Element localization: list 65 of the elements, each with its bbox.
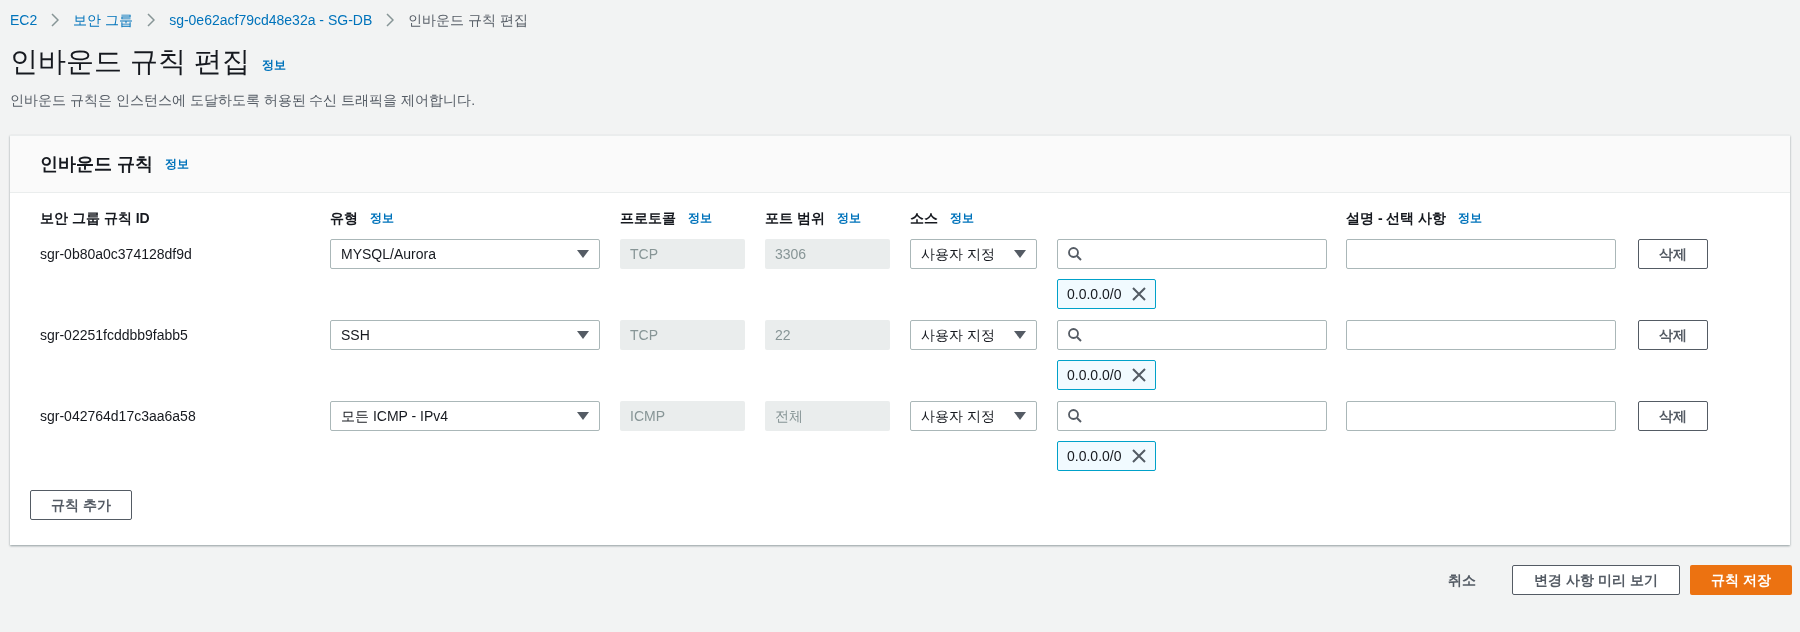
port-range-field: 22	[765, 320, 890, 350]
add-rule-button[interactable]: 규칙 추가	[30, 490, 132, 520]
info-link[interactable]: 정보	[1458, 209, 1483, 227]
description-field[interactable]	[1346, 320, 1616, 350]
rule-id: sgr-02251fcddbb9fabb5	[40, 326, 189, 345]
delete-button[interactable]: 삭제	[1638, 239, 1708, 269]
caret-down-icon	[577, 331, 589, 339]
cancel-button[interactable]: 취소	[1428, 565, 1496, 595]
protocol-field: TCP	[620, 320, 745, 350]
column-header: 포트 범위	[765, 208, 825, 228]
port-range-field: 3306	[765, 239, 890, 269]
close-icon[interactable]	[1131, 368, 1146, 382]
source-select[interactable]: 사용자 지정	[910, 401, 1037, 431]
type-select[interactable]: 모든 ICMP - IPv4	[330, 401, 600, 431]
chevron-right-icon	[386, 13, 395, 27]
close-icon[interactable]	[1131, 287, 1146, 301]
description-field[interactable]	[1346, 401, 1616, 431]
protocol-field: ICMP	[620, 401, 745, 431]
port-range-field: 전체	[765, 401, 890, 431]
breadcrumb-current: 인바운드 규칙 편집	[408, 10, 529, 30]
rule-id: sgr-042764d17c3aa6a58	[40, 407, 197, 426]
type-select[interactable]: MYSQL/Aurora	[330, 239, 600, 269]
preview-changes-button[interactable]: 변경 사항 미리 보기	[1512, 565, 1680, 595]
close-icon[interactable]	[1131, 449, 1146, 463]
delete-button[interactable]: 삭제	[1638, 320, 1708, 350]
breadcrumb-link[interactable]: sg-0e62acf79cd48e32a - SG-DB	[169, 9, 373, 31]
caret-down-icon	[1014, 331, 1026, 339]
search-field[interactable]	[1057, 320, 1327, 350]
cidr-token: 0.0.0.0/0	[1057, 279, 1156, 309]
panel-title: 인바운드 규칙	[40, 152, 153, 176]
breadcrumb-link[interactable]: EC2	[10, 9, 38, 31]
page-description: 인바운드 규칙은 인스턴스에 도달하도록 허용된 수신 트래픽을 제어합니다.	[9, 91, 477, 110]
search-icon	[1068, 247, 1082, 261]
source-select[interactable]: 사용자 지정	[910, 239, 1037, 269]
info-link[interactable]: 정보	[688, 209, 712, 227]
delete-button[interactable]: 삭제	[1638, 401, 1708, 431]
info-link[interactable]: 정보	[165, 155, 189, 173]
info-link[interactable]: 정보	[370, 209, 394, 227]
source-select[interactable]: 사용자 지정	[910, 320, 1037, 350]
column-header: 프로토콜	[620, 208, 676, 228]
breadcrumb-link[interactable]: 보안 그룹	[73, 9, 134, 31]
column-header: 소스	[910, 208, 938, 228]
description-field[interactable]	[1346, 239, 1616, 269]
protocol-field: TCP	[620, 239, 745, 269]
type-select[interactable]: SSH	[330, 320, 600, 350]
page-title: 인바운드 규칙 편집	[10, 45, 250, 79]
search-icon	[1068, 409, 1082, 423]
chevron-right-icon	[147, 13, 156, 27]
column-header: 설명 - 선택 사항	[1346, 208, 1447, 228]
caret-down-icon	[1014, 412, 1026, 420]
search-field[interactable]	[1057, 239, 1327, 269]
caret-down-icon	[1014, 250, 1026, 258]
chevron-right-icon	[51, 13, 60, 27]
caret-down-icon	[577, 250, 589, 258]
cidr-token: 0.0.0.0/0	[1057, 360, 1156, 390]
info-link[interactable]: 정보	[950, 209, 974, 227]
cidr-token: 0.0.0.0/0	[1057, 441, 1156, 471]
search-icon	[1068, 328, 1082, 342]
column-header: 유형	[330, 208, 358, 228]
info-link[interactable]: 정보	[836, 209, 861, 227]
caret-down-icon	[577, 412, 589, 420]
rule-id: sgr-0b80a0c374128df9d	[40, 245, 193, 264]
column-header: 보안 그룹 규칙 ID	[40, 208, 150, 228]
search-field[interactable]	[1057, 401, 1327, 431]
info-link[interactable]: 정보	[261, 58, 286, 72]
